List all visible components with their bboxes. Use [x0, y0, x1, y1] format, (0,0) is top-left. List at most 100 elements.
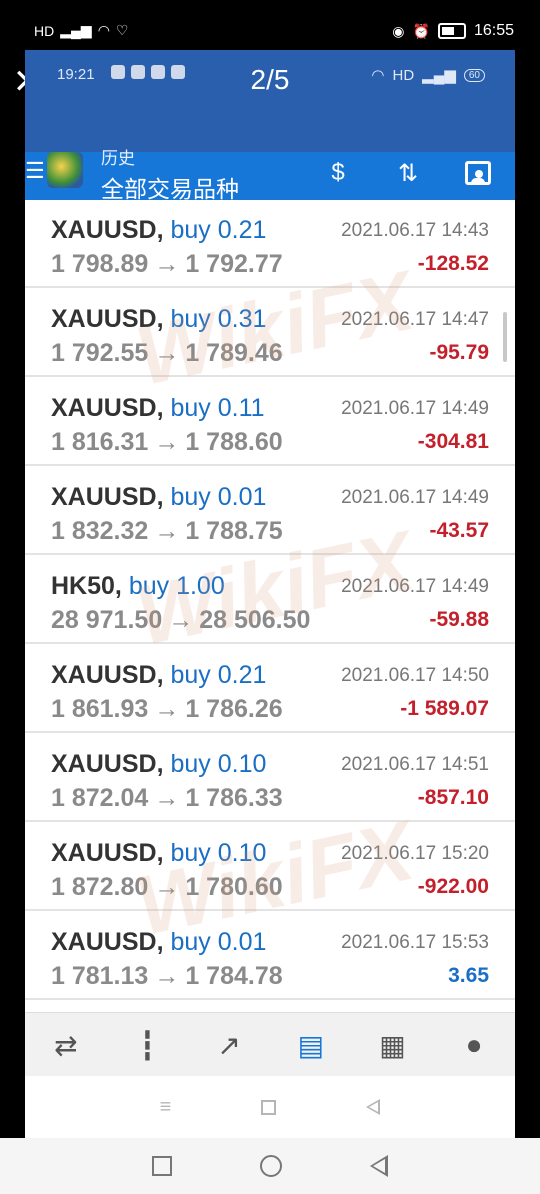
- trade-side-volume: buy 0.21: [170, 216, 267, 244]
- trade-side-volume: buy 0.01: [170, 928, 267, 956]
- wechat-icon: [131, 65, 145, 79]
- open-price: 1 872.80: [51, 873, 149, 901]
- calendar-user-icon[interactable]: [460, 158, 496, 188]
- trade-symbol-line: XAUUSD, buy 0.21: [51, 216, 266, 245]
- trade-symbol: XAUUSD,: [51, 839, 164, 867]
- signal-icon: ▂▄▆: [60, 22, 92, 38]
- open-price: 1 872.04: [51, 784, 149, 812]
- arrow-icon: →: [154, 339, 180, 367]
- back-button[interactable]: [370, 1155, 388, 1177]
- trade-side-volume: buy 0.21: [170, 661, 267, 689]
- app-icon: [171, 65, 185, 79]
- back-icon: [366, 1099, 381, 1115]
- trade-date: 2021.06.17 14:49: [341, 398, 489, 419]
- close-price: 1 784.78: [185, 962, 283, 990]
- recents-button[interactable]: [152, 1156, 172, 1176]
- close-price: 1 788.75: [185, 517, 283, 545]
- trade-symbol-line: XAUUSD, buy 0.31: [51, 305, 266, 334]
- trade-profit: -857.10: [417, 786, 489, 809]
- trade-symbol: XAUUSD,: [51, 394, 164, 422]
- trade-symbol: HK50,: [51, 572, 122, 600]
- sort-icon[interactable]: ⇅: [390, 158, 426, 188]
- trade-row[interactable]: XAUUSD, buy 0.10 2021.06.17 14:51 1 872.04…: [25, 734, 515, 822]
- trade-side-volume: buy 1.00: [128, 572, 225, 600]
- arrow-icon: →: [168, 606, 194, 634]
- trade-side-volume: buy 0.10: [170, 750, 267, 778]
- menu-icon: ≡: [159, 1095, 172, 1118]
- trade-row[interactable]: XAUUSD, buy 0.10 2021.06.17 15:20 1 872.80…: [25, 823, 515, 911]
- trade-prices: 1 872.04 → 1 786.33: [51, 784, 283, 813]
- trade-side-volume: buy 0.31: [170, 305, 267, 333]
- trade-symbol: XAUUSD,: [51, 305, 164, 333]
- appbar-title[interactable]: 全部交易品种: [101, 170, 239, 204]
- trade-profit: 3.65: [448, 964, 489, 987]
- trade-symbol-line: HK50, buy 1.00: [51, 572, 225, 601]
- chat-icon[interactable]: ●: [449, 1020, 499, 1070]
- arrow-icon: →: [154, 962, 180, 990]
- hd-label: HD: [392, 66, 415, 84]
- trade-prices: 1 781.13 → 1 784.78: [51, 962, 283, 991]
- wifi-icon: ◠: [371, 67, 385, 84]
- camera-icon: [151, 65, 165, 79]
- battery-icon: [437, 23, 466, 39]
- trade-date: 2021.06.17 14:47: [341, 309, 489, 330]
- trade-symbol: XAUUSD,: [51, 483, 164, 511]
- arrow-icon: →: [154, 517, 180, 545]
- trade-row[interactable]: XAUUSD, buy 0.21 2021.06.17 14:43 1 798.89…: [25, 200, 515, 288]
- app-notification-icon: [111, 65, 125, 79]
- trade-history-list: XAUUSD, buy 0.21 2021.06.17 14:43 1 798.89…: [25, 200, 515, 1012]
- heart-icon: ♡: [115, 22, 129, 38]
- trade-date: 2021.06.17 14:49: [341, 576, 489, 597]
- trade-row[interactable]: XAUUSD, buy 0.01 2021.06.17 14:49 1 832.32…: [25, 467, 515, 555]
- outer-clock: 16:55: [473, 22, 514, 39]
- open-price: 1 781.13: [51, 962, 149, 990]
- open-price: 1 798.89: [51, 250, 149, 278]
- trade-date: 2021.06.17 14:50: [341, 665, 489, 686]
- inner-clock: 19:21: [57, 66, 95, 83]
- trade-date: 2021.06.17 14:43: [341, 220, 489, 241]
- history-inbox-icon[interactable]: ▤: [286, 1020, 336, 1070]
- trade-symbol: XAUUSD,: [51, 216, 164, 244]
- trade-row[interactable]: XAUUSD, buy 0.012021.06.17 17:54: [25, 1001, 515, 1012]
- open-price: 28 971.50: [51, 606, 163, 634]
- bottom-navigation: ⇄ ┇ ↗ ▤ ▦ ●: [25, 1012, 515, 1077]
- trade-profit: -128.52: [417, 252, 489, 275]
- signal-icon: ▂▄▆: [422, 67, 456, 84]
- trade-profit: -95.79: [429, 341, 489, 364]
- trade-profit: -304.81: [417, 430, 489, 453]
- open-price: 1 832.32: [51, 517, 149, 545]
- trade-row[interactable]: XAUUSD, buy 0.31 2021.06.17 14:47 1 792.55…: [25, 289, 515, 377]
- chart-candles-icon[interactable]: ┇: [122, 1020, 172, 1070]
- currency-exchange-icon[interactable]: $: [320, 158, 356, 188]
- open-price: 1 816.31: [51, 428, 149, 456]
- trade-prices: 1 872.80 → 1 780.60: [51, 873, 283, 902]
- system-navigation: [0, 1138, 540, 1194]
- trade-row[interactable]: XAUUSD, buy 0.21 2021.06.17 14:50 1 861.93…: [25, 645, 515, 733]
- trade-prices: 1 861.93 → 1 786.26: [51, 695, 283, 724]
- arrow-icon: →: [154, 784, 180, 812]
- trade-row[interactable]: XAUUSD, buy 0.01 2021.06.17 15:53 1 781.13…: [25, 912, 515, 1000]
- trade-symbol: XAUUSD,: [51, 928, 164, 956]
- trade-prices: 1 798.89 → 1 792.77: [51, 250, 283, 279]
- home-button[interactable]: [260, 1155, 282, 1177]
- trade-symbol-line: XAUUSD, buy 0.01: [51, 483, 266, 512]
- trade-prices: 28 971.50 → 28 506.50: [51, 606, 310, 635]
- trade-symbol: XAUUSD,: [51, 750, 164, 778]
- quotes-icon[interactable]: ⇄: [41, 1020, 91, 1070]
- trade-icon[interactable]: ↗: [204, 1020, 254, 1070]
- eye-icon: ◉: [392, 22, 405, 39]
- trade-row[interactable]: XAUUSD, buy 0.11 2021.06.17 14:49 1 816.31…: [25, 378, 515, 466]
- trade-side-volume: buy 0.11: [170, 394, 265, 422]
- menu-icon[interactable]: ☰: [25, 158, 45, 184]
- close-price: 1 788.60: [185, 428, 283, 456]
- close-price: 1 792.77: [185, 250, 283, 278]
- open-price: 1 861.93: [51, 695, 149, 723]
- trade-row[interactable]: HK50, buy 1.00 2021.06.17 14:49 28 971.50 →…: [25, 556, 515, 644]
- news-icon[interactable]: ▦: [367, 1020, 417, 1070]
- battery-level: 60: [463, 68, 485, 82]
- arrow-icon: →: [154, 873, 180, 901]
- trade-prices: 1 792.55 → 1 789.46: [51, 339, 283, 368]
- hd-icon: HD: [34, 22, 55, 39]
- wifi-icon: ◠: [97, 22, 110, 38]
- app-bar: ☰ 历史 全部交易品种 $ ⇅: [25, 100, 515, 202]
